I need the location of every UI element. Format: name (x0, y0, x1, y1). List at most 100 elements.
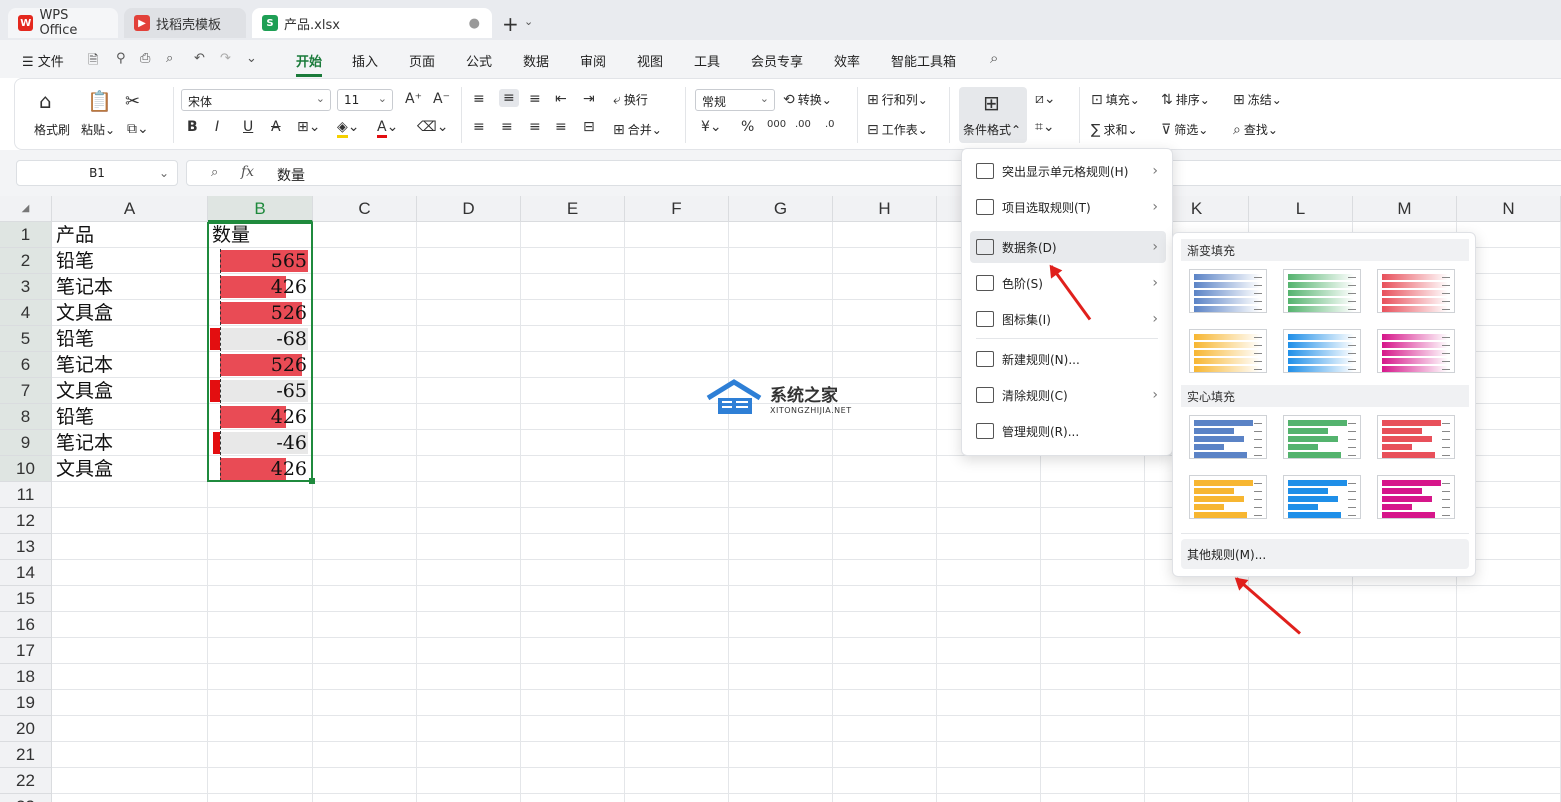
cell-a8[interactable]: 铅笔 (56, 404, 94, 430)
row-header-17[interactable]: 17 (0, 638, 52, 664)
row-header-20[interactable]: 20 (0, 716, 52, 742)
crop-icon[interactable]: ⌗⌄ (1035, 119, 1055, 135)
row-header-15[interactable]: 15 (0, 586, 52, 612)
menu-member[interactable]: 会员专享 (751, 51, 803, 70)
worksheet-button[interactable]: ⊟ 工作表 ⌄ (867, 121, 928, 138)
indent-increase-icon[interactable]: ⇥ (583, 91, 595, 107)
align-top-icon[interactable]: ≡ (473, 91, 485, 107)
solid-data-bar-swatch[interactable] (1189, 415, 1267, 459)
menu-item-color-scale[interactable]: 色阶(S) › (970, 267, 1166, 299)
strikethrough-button[interactable]: A (271, 119, 281, 135)
tab-wps-office[interactable]: W WPS Office (8, 8, 118, 38)
solid-data-bar-swatch[interactable] (1283, 475, 1361, 519)
row-header-21[interactable]: 21 (0, 742, 52, 768)
name-box[interactable]: B1 ⌄ (16, 160, 178, 186)
row-header-12[interactable]: 12 (0, 508, 52, 534)
clear-format-icon[interactable]: ⌫⌄ (417, 119, 449, 135)
search-icon[interactable]: ⌕ (990, 49, 998, 67)
solid-data-bar-swatch[interactable] (1189, 475, 1267, 519)
cell-a1[interactable]: 产品 (56, 222, 94, 248)
gradient-data-bar-swatch[interactable] (1377, 269, 1455, 313)
tab-list-chevron-icon[interactable]: ⌄ (524, 15, 533, 28)
row-header-9[interactable]: 9 (0, 430, 52, 456)
row-header-1[interactable]: 1 (0, 222, 52, 248)
menu-review[interactable]: 审阅 (580, 51, 606, 70)
cell-a6[interactable]: 笔记本 (56, 352, 113, 378)
sort-button[interactable]: ⇅ 排序 ⌄ (1161, 91, 1210, 108)
menu-view[interactable]: 视图 (637, 51, 663, 70)
menu-item-new-rule[interactable]: 新建规则(N)... (970, 343, 1166, 375)
conditional-format-button[interactable]: ⊞ 条件格式 ⌃ (959, 87, 1027, 143)
currency-button[interactable]: ¥⌄ (701, 119, 722, 135)
menu-item-manage-rule[interactable]: 管理规则(R)... (970, 415, 1166, 447)
cell-a7[interactable]: 文具盒 (56, 378, 113, 404)
find-button[interactable]: ⌕ 查找 ⌄ (1233, 121, 1278, 138)
row-header-22[interactable]: 22 (0, 768, 52, 794)
column-header-m[interactable]: M (1353, 196, 1457, 222)
quick-access-chevron-icon[interactable]: ⌄ (246, 51, 257, 66)
sum-button[interactable]: ∑ 求和 ⌄ (1091, 121, 1138, 138)
solid-data-bar-swatch[interactable] (1283, 415, 1361, 459)
solid-data-bar-swatch[interactable] (1377, 415, 1455, 459)
zoom-formula-icon[interactable]: ⌕ (211, 165, 218, 180)
font-color-icon[interactable]: A⌄ (377, 119, 398, 138)
column-header-h[interactable]: H (833, 196, 937, 222)
row-header-16[interactable]: 16 (0, 612, 52, 638)
menu-item-highlight-rule[interactable]: 突出显示单元格规则(H) › (970, 155, 1166, 187)
row-header-7[interactable]: 7 (0, 378, 52, 404)
format-painter-button[interactable]: 格式刷 (34, 121, 70, 138)
font-size-select[interactable]: 11 ⌄ (337, 89, 393, 111)
gradient-data-bar-swatch[interactable] (1283, 269, 1361, 313)
row-header-5[interactable]: 5 (0, 326, 52, 352)
menu-smart-tools[interactable]: 智能工具箱 (891, 51, 956, 70)
cell-a10[interactable]: 文具盒 (56, 456, 113, 482)
menu-data[interactable]: 数据 (523, 51, 549, 70)
menu-item-icon-set[interactable]: 图标集(I) › (970, 303, 1166, 335)
column-header-l[interactable]: L (1249, 196, 1353, 222)
menu-item-clear-rule[interactable]: 清除规则(C) › (970, 379, 1166, 411)
decrease-font-icon[interactable]: A⁻ (433, 91, 450, 107)
row-header-13[interactable]: 13 (0, 534, 52, 560)
row-header-3[interactable]: 3 (0, 274, 52, 300)
column-header-a[interactable]: A (52, 196, 208, 222)
gradient-data-bar-swatch[interactable] (1189, 269, 1267, 313)
thousands-icon[interactable]: 000 (767, 119, 786, 130)
distributed-icon[interactable]: ⊟ (583, 119, 595, 135)
decrease-decimal-icon[interactable]: .0 (825, 119, 835, 130)
gradient-data-bar-swatch[interactable] (1377, 329, 1455, 373)
new-tab-icon[interactable]: + (502, 12, 519, 36)
column-header-d[interactable]: D (417, 196, 521, 222)
increase-decimal-icon[interactable]: .00 (795, 119, 811, 130)
cell-a3[interactable]: 笔记本 (56, 274, 113, 300)
gradient-data-bar-swatch[interactable] (1283, 329, 1361, 373)
font-name-select[interactable]: 宋体 ⌄ (181, 89, 331, 111)
align-bottom-icon[interactable]: ≡ (529, 91, 541, 107)
wrap-text-button[interactable]: ⤶ 换行 (613, 91, 648, 108)
bold-button[interactable]: B (187, 119, 198, 135)
redo-icon[interactable]: ↷ (220, 51, 231, 66)
row-header-4[interactable]: 4 (0, 300, 52, 326)
column-header-e[interactable]: E (521, 196, 625, 222)
row-header-19[interactable]: 19 (0, 690, 52, 716)
column-header-c[interactable]: C (313, 196, 417, 222)
copy-icon[interactable]: ⧉⌄ (127, 121, 149, 137)
solid-data-bar-swatch[interactable] (1377, 475, 1455, 519)
row-header-11[interactable]: 11 (0, 482, 52, 508)
align-center-icon[interactable]: ≡ (501, 119, 513, 135)
other-rules-item[interactable]: 其他规则(M)... (1181, 539, 1469, 569)
convert-button[interactable]: ⟲ 转换 ⌄ (783, 91, 832, 108)
tab-spreadsheet[interactable]: S 产品.xlsx ● (252, 8, 492, 38)
row-header-23[interactable]: 23 (0, 794, 52, 802)
cell-a9[interactable]: 笔记本 (56, 430, 113, 456)
menu-page[interactable]: 页面 (409, 51, 435, 70)
row-header-10[interactable]: 10 (0, 456, 52, 482)
paste-button[interactable]: 粘贴 ⌄ (81, 121, 115, 138)
cell-style-icon[interactable]: ⧄⌄ (1035, 91, 1056, 107)
menu-item-top-bottom-rule[interactable]: 项目选取规则(T) › (970, 191, 1166, 223)
align-middle-icon[interactable]: ≡ (499, 89, 519, 107)
column-header-b[interactable]: B (208, 196, 313, 222)
unsaved-dot-icon[interactable]: ● (469, 16, 480, 31)
undo-icon[interactable]: ↶ (194, 51, 205, 66)
gradient-data-bar-swatch[interactable] (1189, 329, 1267, 373)
tab-docer[interactable]: ▶ 找稻壳模板 (124, 8, 246, 38)
